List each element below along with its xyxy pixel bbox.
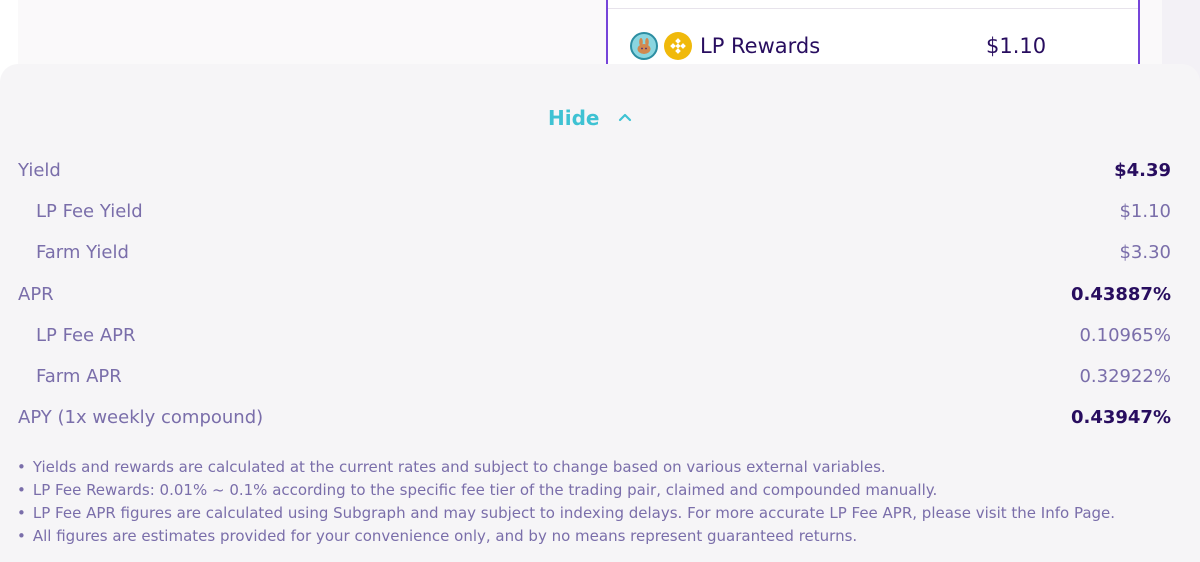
details-panel: Hide Yield $4.39 LP Fee Yield $1.10 Farm… (0, 64, 1200, 562)
apy-row: APY (1x weekly compound) 0.43947% (18, 404, 1171, 430)
farm-yield-value: $3.30 (1119, 241, 1171, 263)
lp-fee-apr-row: LP Fee APR 0.10965% (18, 322, 1171, 348)
lp-rewards-value: $1.10 (986, 34, 1047, 58)
hide-details-button[interactable]: Hide (548, 106, 633, 130)
lp-rewards-label: LP Rewards (700, 34, 821, 58)
note-item: Yields and rewards are calculated at the… (17, 456, 1167, 479)
chevron-up-icon (617, 110, 633, 126)
apy-value: 0.43947% (1070, 406, 1171, 428)
lp-fee-apr-label: LP Fee APR (36, 324, 136, 346)
apr-row: APR 0.43887% (18, 281, 1171, 307)
farm-apr-value: 0.32922% (1079, 365, 1171, 387)
lp-fee-yield-value: $1.10 (1119, 200, 1171, 222)
lp-fee-yield-label: LP Fee Yield (36, 200, 143, 222)
apr-value: 0.43887% (1070, 283, 1171, 305)
apr-label: APR (18, 283, 54, 305)
farm-apr-row: Farm APR 0.32922% (18, 363, 1171, 389)
hide-label: Hide (548, 106, 600, 130)
card-divider (608, 8, 1138, 9)
lp-fee-apr-value: 0.10965% (1079, 324, 1171, 346)
farm-yield-label: Farm Yield (36, 241, 129, 263)
note-item: LP Fee Rewards: 0.01% ~ 0.1% according t… (17, 479, 1167, 502)
farm-yield-row: Farm Yield $3.30 (18, 239, 1171, 265)
yield-value: $4.39 (1114, 159, 1171, 181)
lp-fee-yield-row: LP Fee Yield $1.10 (18, 198, 1171, 224)
farm-apr-label: Farm APR (36, 365, 122, 387)
disclaimer-notes: Yields and rewards are calculated at the… (17, 456, 1167, 548)
bnb-token-icon (664, 32, 692, 60)
roi-calculator-page: LP Rewards $1.10 Hide Yield $4.39 LP Fee… (0, 0, 1200, 562)
note-item: All figures are estimates provided for y… (17, 525, 1167, 548)
apy-label: APY (1x weekly compound) (18, 406, 264, 428)
note-item: LP Fee APR figures are calculated using … (17, 502, 1167, 525)
yield-row: Yield $4.39 (18, 157, 1171, 183)
cake-token-icon (630, 32, 658, 60)
lp-rewards-row: LP Rewards (630, 32, 820, 60)
yield-label: Yield (18, 159, 61, 181)
